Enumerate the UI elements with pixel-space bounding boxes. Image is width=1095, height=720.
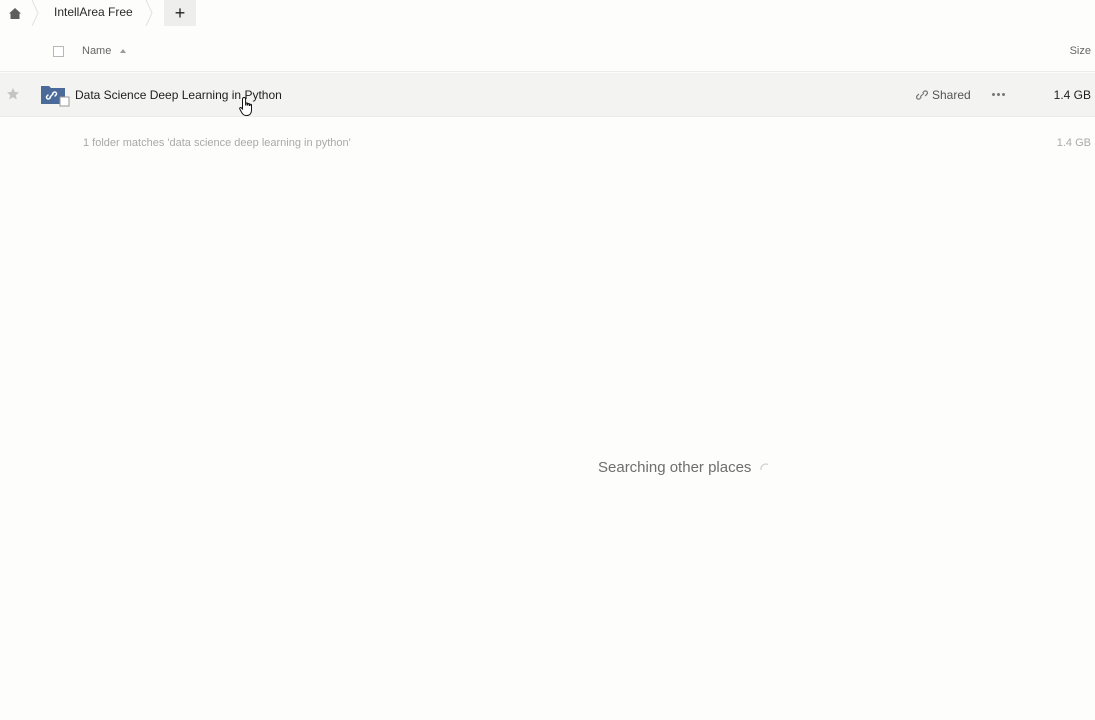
more-icon[interactable] <box>992 93 1006 97</box>
searching-text: Searching other places <box>598 459 752 476</box>
add-button[interactable]: + <box>164 0 196 26</box>
search-summary: 1 folder matches 'data science deep lear… <box>83 137 351 149</box>
home-icon[interactable] <box>0 0 30 26</box>
spinner-icon <box>760 462 769 470</box>
breadcrumb: IntellArea Free + <box>0 0 1095 26</box>
file-list-header: Name Size <box>0 32 1095 72</box>
shared-folder-icon <box>41 86 70 107</box>
link-icon <box>916 90 928 100</box>
size-column-header[interactable]: Size <box>1070 45 1091 57</box>
hand-cursor-icon <box>239 96 252 116</box>
star-icon[interactable] <box>6 87 20 101</box>
sort-ascending-icon[interactable] <box>120 49 126 53</box>
shared-indicator[interactable]: Shared <box>916 88 971 102</box>
name-column-header[interactable]: Name <box>82 45 111 57</box>
select-all-checkbox[interactable] <box>53 46 64 57</box>
file-size: 1.4 GB <box>1053 88 1091 102</box>
shared-label: Shared <box>932 88 971 102</box>
searching-status: Searching other places <box>598 459 771 476</box>
chevron-separator-icon <box>31 0 39 26</box>
breadcrumb-item-folder[interactable]: IntellArea Free <box>54 5 133 19</box>
chevron-separator-icon <box>145 0 153 26</box>
table-row[interactable]: Data Science Deep Learning in Python Sha… <box>0 73 1095 117</box>
summary-size: 1.4 GB <box>1056 137 1091 149</box>
